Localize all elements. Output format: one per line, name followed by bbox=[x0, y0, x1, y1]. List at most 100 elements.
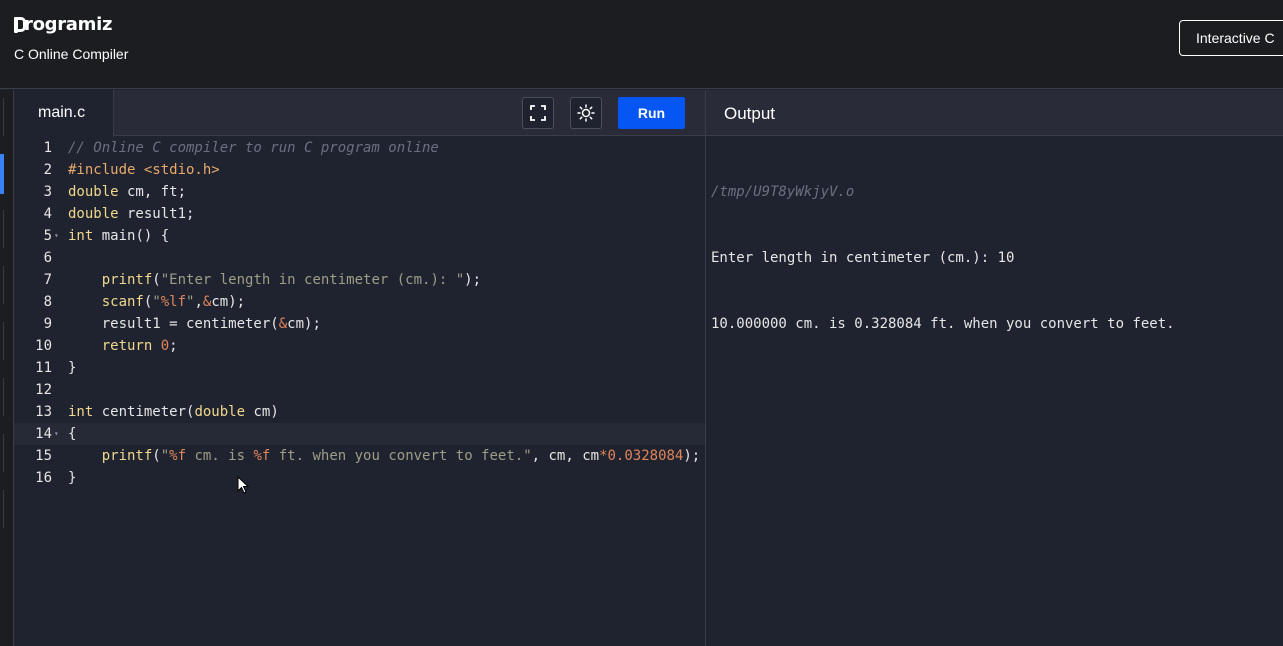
code-token: { bbox=[68, 426, 77, 442]
code-token: 0 bbox=[160, 338, 170, 354]
code-text: return 0; bbox=[68, 335, 178, 357]
code-line[interactable]: 12 bbox=[14, 379, 705, 401]
top-header: rogramiz C Online Compiler Interactive C bbox=[0, 0, 1283, 89]
code-line[interactable]: 15 printf("%f cm. is %f ft. when you con… bbox=[14, 445, 705, 467]
code-line[interactable]: 11} bbox=[14, 357, 705, 379]
code-token: , bbox=[194, 294, 203, 310]
sidebar-item[interactable] bbox=[0, 378, 4, 416]
output-console[interactable]: /tmp/U9T8yWkjyV.o Enter length in centim… bbox=[711, 137, 1175, 379]
code-token: printf bbox=[101, 272, 153, 288]
code-token: * bbox=[599, 448, 608, 464]
code-text: int centimeter(double cm) bbox=[68, 401, 279, 423]
line-number: 8 bbox=[43, 294, 52, 310]
code-text: result1 = centimeter(&cm); bbox=[68, 313, 321, 335]
mouse-cursor-icon bbox=[237, 476, 249, 494]
code-token: printf bbox=[101, 448, 153, 464]
code-token: cm); bbox=[287, 316, 321, 332]
code-editor-panel: main.c Run 1 // Online C compiler to run … bbox=[14, 90, 705, 646]
page-subtitle: C Online Compiler bbox=[14, 46, 129, 62]
output-line: Enter length in centimeter (cm.): 10 bbox=[711, 250, 1015, 266]
code-token: scanf bbox=[101, 294, 144, 310]
code-line[interactable]: 7 printf("Enter length in centimeter (cm… bbox=[14, 269, 705, 291]
output-panel: Output /tmp/U9T8yWkjyV.o Enter length in… bbox=[705, 90, 1283, 646]
code-line[interactable]: 8 scanf("%lf",&cm); bbox=[14, 291, 705, 313]
code-token: return bbox=[101, 338, 153, 354]
line-number: 1 bbox=[43, 140, 52, 156]
code-line[interactable]: 5 ▾ int main() { bbox=[14, 225, 705, 247]
code-token: ( bbox=[152, 448, 161, 464]
code-token: #include <stdio.h> bbox=[68, 162, 220, 178]
code-line[interactable]: 14 ▾ { bbox=[14, 423, 705, 445]
line-number: 16 bbox=[35, 470, 52, 486]
theme-toggle-button[interactable] bbox=[570, 97, 602, 129]
line-number: 15 bbox=[35, 448, 52, 464]
code-token: ( bbox=[152, 272, 161, 288]
fullscreen-button[interactable] bbox=[522, 97, 554, 129]
code-token: , cm, cm bbox=[531, 448, 600, 464]
code-token: %lf bbox=[160, 294, 187, 310]
code-token: ; bbox=[169, 338, 178, 354]
code-token: main() { bbox=[93, 228, 170, 244]
line-number: 4 bbox=[43, 206, 52, 222]
code-line[interactable]: 3 double cm, ft; bbox=[14, 181, 705, 203]
run-button[interactable]: Run bbox=[618, 97, 685, 129]
code-token: " bbox=[152, 294, 161, 310]
code-text: scanf("%lf",&cm); bbox=[68, 291, 245, 313]
code-text: printf("%f cm. is %f ft. when you conver… bbox=[68, 445, 701, 467]
fullscreen-icon bbox=[530, 105, 546, 121]
code-token: cm) bbox=[245, 404, 279, 420]
interactive-course-button[interactable]: Interactive C bbox=[1179, 20, 1283, 56]
sidebar-item[interactable] bbox=[0, 490, 4, 528]
code-line[interactable]: 9 result1 = centimeter(&cm); bbox=[14, 313, 705, 335]
code-text: } bbox=[68, 357, 76, 379]
line-number: 2 bbox=[43, 162, 52, 178]
code-token: cm. is bbox=[186, 448, 254, 464]
sidebar-item[interactable] bbox=[0, 322, 4, 360]
code-line[interactable]: 1 // Online C compiler to run C program o… bbox=[14, 137, 705, 159]
editor-toolbar: main.c Run bbox=[14, 90, 705, 137]
code-token: } bbox=[68, 470, 77, 486]
code-line[interactable]: 13 int centimeter(double cm) bbox=[14, 401, 705, 423]
fold-arrow-icon[interactable]: ▾ bbox=[54, 225, 59, 247]
line-number: 12 bbox=[35, 382, 52, 398]
code-line[interactable]: 6 bbox=[14, 247, 705, 269]
code-token: result1; bbox=[118, 206, 195, 222]
code-token: double bbox=[68, 184, 119, 200]
programiz-logo[interactable]: rogramiz bbox=[14, 14, 112, 35]
sidebar-item[interactable] bbox=[0, 434, 4, 472]
code-token: int bbox=[68, 228, 94, 244]
line-number: 7 bbox=[43, 272, 52, 288]
sidebar-item[interactable] bbox=[0, 266, 4, 304]
code-token: 0.0328084 bbox=[607, 448, 684, 464]
code-text: #include <stdio.h> bbox=[68, 159, 220, 181]
output-title: Output bbox=[724, 104, 776, 123]
code-token: double bbox=[194, 404, 246, 420]
code-text: // Online C compiler to run C program on… bbox=[68, 137, 439, 159]
code-token: & bbox=[278, 316, 288, 332]
tab-main-c[interactable]: main.c bbox=[14, 90, 114, 137]
fold-arrow-icon[interactable]: ▾ bbox=[54, 423, 59, 445]
sidebar-item[interactable] bbox=[0, 98, 4, 136]
code-line[interactable]: 2 #include <stdio.h> bbox=[14, 159, 705, 181]
line-number: 10 bbox=[35, 338, 52, 354]
code-text: int main() { bbox=[68, 225, 169, 247]
code-text: double result1; bbox=[68, 203, 194, 225]
code-line[interactable]: 4 double result1; bbox=[14, 203, 705, 225]
code-token: result1 = centimeter( bbox=[68, 316, 279, 332]
code-token: "Enter length in centimeter (cm.): " bbox=[160, 272, 465, 288]
line-number: 6 bbox=[43, 250, 52, 266]
code-text: } bbox=[68, 467, 76, 489]
code-line[interactable]: 16} bbox=[14, 467, 705, 489]
sidebar-item[interactable] bbox=[0, 210, 4, 248]
code-token: cm); bbox=[211, 294, 246, 310]
code-token: ); bbox=[464, 272, 482, 288]
sidebar-item-active[interactable] bbox=[0, 154, 4, 194]
code-line[interactable]: 10 return 0; bbox=[14, 335, 705, 357]
code-token: %f bbox=[253, 448, 271, 464]
code-area[interactable]: 1 // Online C compiler to run C program o… bbox=[14, 137, 705, 489]
code-text: double cm, ft; bbox=[68, 181, 186, 203]
